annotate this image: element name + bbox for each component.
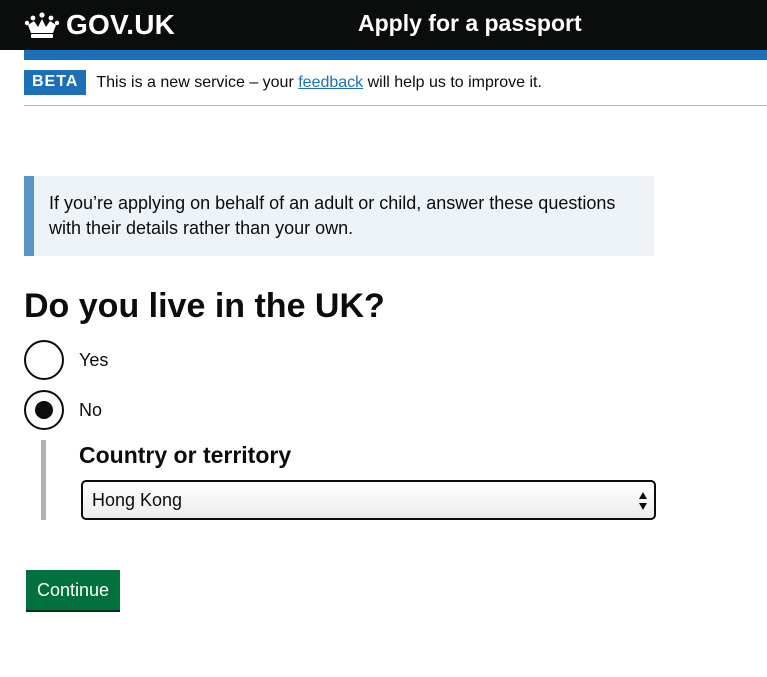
country-select-value: Hong Kong xyxy=(92,489,183,510)
govuk-logo-link[interactable]: GOV.UK xyxy=(24,8,175,42)
header-accent-bar xyxy=(24,50,767,60)
phase-banner: BETA This is a new service – your feedba… xyxy=(24,70,767,106)
phase-banner-text: This is a new service – your feedback wi… xyxy=(96,70,542,95)
header: GOV.UK Apply for a passport xyxy=(0,0,767,50)
inset-text: If you’re applying on behalf of an adult… xyxy=(24,176,654,256)
phase-tag: BETA xyxy=(24,70,87,95)
question-heading: Do you live in the UK? xyxy=(24,287,385,325)
phase-text-before: This is a new service – your xyxy=(96,74,299,91)
country-label: Country or territory xyxy=(79,442,292,468)
feedback-link[interactable]: feedback xyxy=(298,74,363,91)
phase-text-after: will help us to improve it. xyxy=(363,74,542,91)
radio-no-circle[interactable] xyxy=(24,390,64,430)
logo-text: GOV.UK xyxy=(66,9,176,40)
radio-yes-label[interactable]: Yes xyxy=(79,350,108,371)
crown-icon xyxy=(24,12,60,38)
service-name-link[interactable]: Apply for a passport xyxy=(358,10,582,37)
radio-no[interactable]: No xyxy=(24,390,102,430)
conditional-reveal-border xyxy=(41,440,46,520)
select-arrows-icon xyxy=(639,492,647,510)
radio-yes-circle[interactable] xyxy=(24,340,64,380)
radio-no-label[interactable]: No xyxy=(79,400,102,421)
continue-button[interactable]: Continue xyxy=(26,570,121,610)
radio-yes[interactable]: Yes xyxy=(24,340,108,380)
country-select[interactable]: Hong Kong xyxy=(81,480,656,520)
